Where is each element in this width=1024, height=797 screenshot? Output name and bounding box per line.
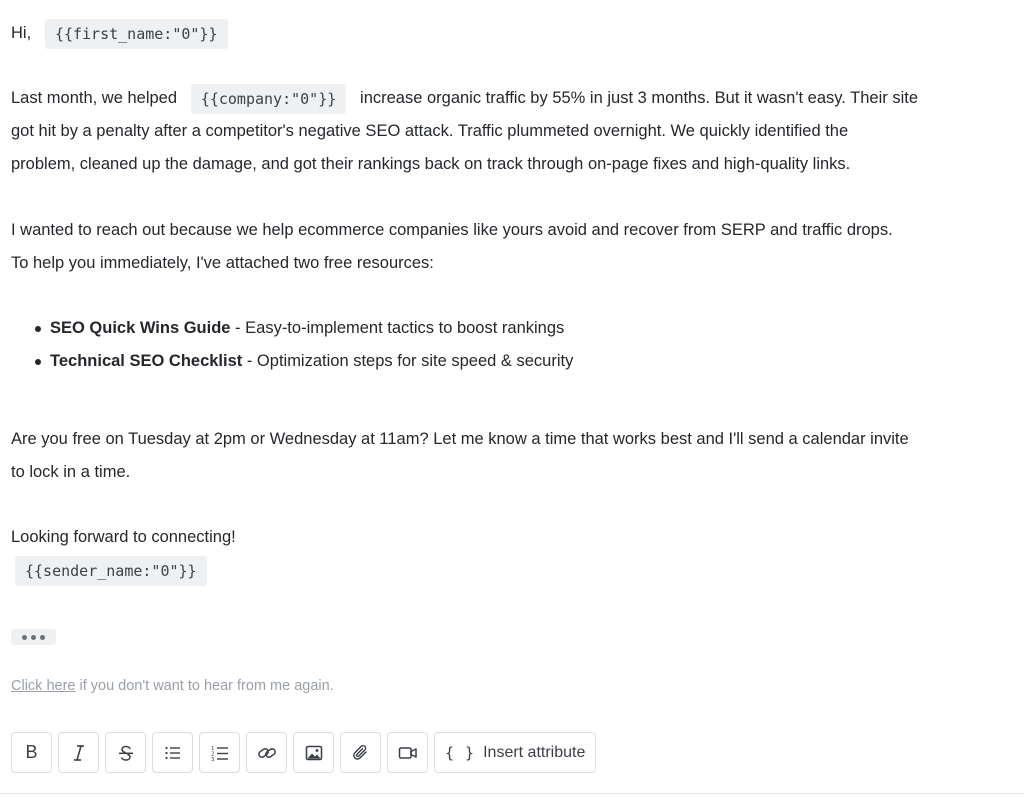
attachment-icon [352,744,367,760]
first-name-variable-chip[interactable]: {{first_name:"0"}} [44,18,228,49]
paragraph-3-line-2: to lock in a time. [11,463,131,481]
insert-link-button[interactable] [246,732,287,773]
sender-name-variable-chip[interactable]: {{sender_name:"0"}} [15,555,207,586]
bulleted-list-button[interactable] [152,732,193,773]
editor-bottom-divider [0,793,1024,794]
ellipsis-dot-icon [31,634,36,640]
bold-icon: B [25,742,38,762]
unsubscribe-link[interactable]: Click here [11,678,75,694]
paragraph-2-line-2: To help you immediately, I've attached t… [11,254,434,272]
resource-description: - Easy-to-implement tactics to boost ran… [230,319,565,337]
attach-file-button[interactable] [340,732,381,773]
numbered-list-icon: 1 2 3 [211,746,228,762]
image-icon [305,745,322,760]
ellipsis-dot-icon [22,634,27,640]
resource-title: SEO Quick Wins Guide [50,319,231,337]
resource-title: Technical SEO Checklist [50,352,243,370]
formatting-toolbar: B 1 2 3 {} Insert attribute [11,732,597,773]
show-trimmed-content-button[interactable] [11,629,56,645]
greeting-line: Hi, {{first_name:"0"}} [11,17,228,50]
ellipsis-dot-icon [40,634,45,640]
insert-image-button[interactable] [293,732,334,773]
paragraph-1-line-3: problem, cleaned up the damage, and got … [11,155,851,173]
insert-attribute-button[interactable]: { } Insert attribute [434,732,597,773]
italic-icon [73,744,84,761]
svg-text:3: 3 [211,757,215,762]
strikethrough-icon [118,745,133,761]
company-variable-chip[interactable]: {{company:"0"}} [190,83,347,114]
video-icon [398,746,417,759]
resources-list: SEO Quick Wins Guide - Easy-to-implement… [11,312,573,378]
paragraph-2-line-1: I wanted to reach out because we help ec… [11,221,893,239]
closing-line: Looking forward to connecting! [11,528,236,546]
unsubscribe-footer: Click here if you don't want to hear fro… [11,678,334,694]
signature-line: {{sender_name:"0"}} [15,554,207,587]
strikethrough-button[interactable] [105,732,146,773]
bulleted-list-icon [164,746,180,759]
insert-attribute-label: Insert attribute [483,743,586,761]
unsubscribe-text: if you don't want to hear from me again. [75,678,334,694]
italic-button[interactable] [58,732,99,773]
list-item: Technical SEO Checklist - Optimization s… [34,345,574,378]
paragraph-3-line-1: Are you free on Tuesday at 2pm or Wednes… [11,430,909,448]
paragraph-1-line-2: got hit by a penalty after a competitor'… [11,122,849,140]
greeting-text: Hi, [11,24,32,42]
paragraph-1-line-1: Last month, we helped {{company:"0"}} in… [11,82,918,115]
link-icon [257,747,276,758]
resource-description: - Optimization steps for site speed & se… [242,352,574,370]
braces-icon: { } [445,743,476,762]
bold-button[interactable]: B [11,732,52,773]
numbered-list-button[interactable]: 1 2 3 [199,732,240,773]
list-item: SEO Quick Wins Guide - Easy-to-implement… [34,312,573,345]
insert-video-button[interactable] [387,732,428,773]
p1-text-before-company: Last month, we helped [11,89,178,107]
p1-text-after-company: increase organic traffic by 55% in just … [360,89,919,107]
